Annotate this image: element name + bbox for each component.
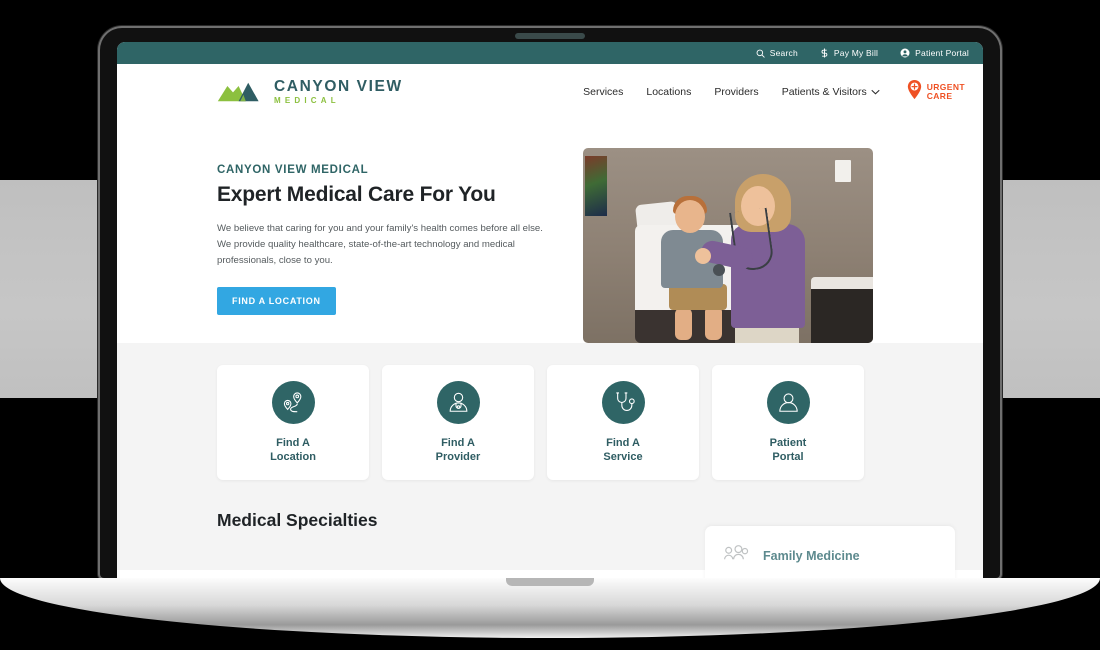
hero-title: Expert Medical Care For You xyxy=(217,183,496,206)
nav-item-patients-and-visitors[interactable]: Patients & Visitors xyxy=(782,86,880,98)
nav-item-services[interactable]: Services xyxy=(583,86,623,98)
quick-link-label-line1: Find A xyxy=(276,436,310,449)
hero-image-counter xyxy=(811,277,873,343)
find-a-location-button[interactable]: FIND A LOCATION xyxy=(217,287,336,316)
logo-subtitle: MEDICAL xyxy=(274,96,340,106)
nav-label: Services xyxy=(583,86,624,98)
person-icon xyxy=(766,380,810,424)
quick-link-label: Find A Provider xyxy=(436,436,481,464)
laptop-base xyxy=(0,578,1100,638)
chevron-down-icon xyxy=(871,86,880,98)
utility-link-search[interactable]: Search xyxy=(756,48,798,58)
utility-top-bar: Search Pay My Bill Patient Portal xyxy=(117,42,983,64)
utility-link-pay-my-bill[interactable]: Pay My Bill xyxy=(820,48,878,58)
nav-label: Locations xyxy=(646,86,692,98)
urgent-care-label: URGENT CARE xyxy=(927,83,965,101)
laptop-lid: Search Pay My Bill Patient Portal CANYON… xyxy=(100,28,1000,578)
site-logo[interactable]: CANYON VIEW MEDICAL xyxy=(217,76,403,109)
utility-link-patient-portal[interactable]: Patient Portal xyxy=(900,48,969,58)
quick-link-label-line1: Find A xyxy=(606,436,640,449)
quick-link-find-a-service[interactable]: Find A Service xyxy=(547,365,699,480)
hero-image-child-leg-left xyxy=(675,308,692,340)
browser-viewport: Search Pay My Bill Patient Portal CANYON… xyxy=(117,42,983,578)
quick-link-label-line2: Provider xyxy=(435,451,481,463)
stethoscope-icon xyxy=(601,380,645,424)
urgent-care-line2: CARE xyxy=(926,91,953,101)
quick-link-patient-portal[interactable]: Patient Portal xyxy=(712,365,864,480)
hero-image-doctor-hand xyxy=(695,248,711,264)
medical-specialties-heading: Medical Specialties xyxy=(217,510,378,530)
hero-section: CANYON VIEW MEDICAL Expert Medical Care … xyxy=(117,120,983,343)
quick-links-row: Find A Location Find A Provider Find A S… xyxy=(217,365,965,480)
nav-label: Patients & Visitors xyxy=(781,86,867,98)
quick-link-find-a-location[interactable]: Find A Location xyxy=(217,365,369,480)
quick-link-label: Find A Location xyxy=(270,436,316,464)
map-route-pin-icon xyxy=(271,380,315,424)
quick-link-label: Patient Portal xyxy=(770,436,807,464)
urgent-care-button[interactable]: URGENT CARE xyxy=(907,80,965,104)
hero-image-child-leg-right xyxy=(705,306,722,340)
nav-item-locations[interactable]: Locations xyxy=(646,86,691,98)
dollar-icon xyxy=(820,48,829,58)
hero-image-child-head xyxy=(675,200,705,233)
map-pin-plus-icon xyxy=(907,80,922,104)
logo-text: CANYON VIEW MEDICAL xyxy=(274,79,403,106)
quick-link-label-line2: Service xyxy=(603,451,643,463)
medical-specialties-row: Medical Specialties Family Medicine xyxy=(217,510,965,578)
nav-label: Providers xyxy=(714,86,759,98)
site-header: CANYON VIEW MEDICAL Services Locations P… xyxy=(117,64,983,120)
laptop-camera-notch xyxy=(515,33,585,39)
hero-image xyxy=(583,148,873,343)
quick-link-label-line2: Location xyxy=(270,451,316,463)
main-navigation: Services Locations Providers Patients & … xyxy=(583,80,965,104)
hero-image-stethoscope-bell xyxy=(713,264,725,276)
hero-text-column: CANYON VIEW MEDICAL Expert Medical Care … xyxy=(217,148,557,343)
page-lower-section: Find A Location Find A Provider Find A S… xyxy=(117,343,983,578)
specialty-card-family-medicine[interactable]: Family Medicine xyxy=(705,526,955,578)
utility-link-label: Pay My Bill xyxy=(833,48,879,58)
hero-body-text: We believe that caring for you and your … xyxy=(217,223,543,267)
hero-eyebrow: CANYON VIEW MEDICAL xyxy=(217,164,369,176)
utility-link-label: Search xyxy=(769,48,798,58)
mountain-logo-icon xyxy=(217,76,265,109)
user-circle-icon xyxy=(900,48,910,58)
specialty-card-label: Family Medicine xyxy=(763,549,860,563)
family-icon xyxy=(723,543,749,569)
screenshot-stage: Search Pay My Bill Patient Portal CANYON… xyxy=(0,0,1100,650)
search-icon xyxy=(756,49,765,58)
nav-item-providers[interactable]: Providers xyxy=(714,86,758,98)
quick-link-label: Find A Service xyxy=(603,436,642,464)
quick-link-label-line1: Find A xyxy=(441,436,475,449)
quick-link-label-line1: Patient xyxy=(769,436,807,449)
doctor-person-icon xyxy=(436,380,480,424)
logo-name: CANYON VIEW xyxy=(274,77,403,95)
quick-link-label-line2: Portal xyxy=(772,451,804,463)
utility-link-label: Patient Portal xyxy=(915,48,969,58)
hero-image-wall-art xyxy=(585,156,607,216)
quick-link-find-a-provider[interactable]: Find A Provider xyxy=(382,365,534,480)
hero-image-wall-switch xyxy=(835,160,851,182)
